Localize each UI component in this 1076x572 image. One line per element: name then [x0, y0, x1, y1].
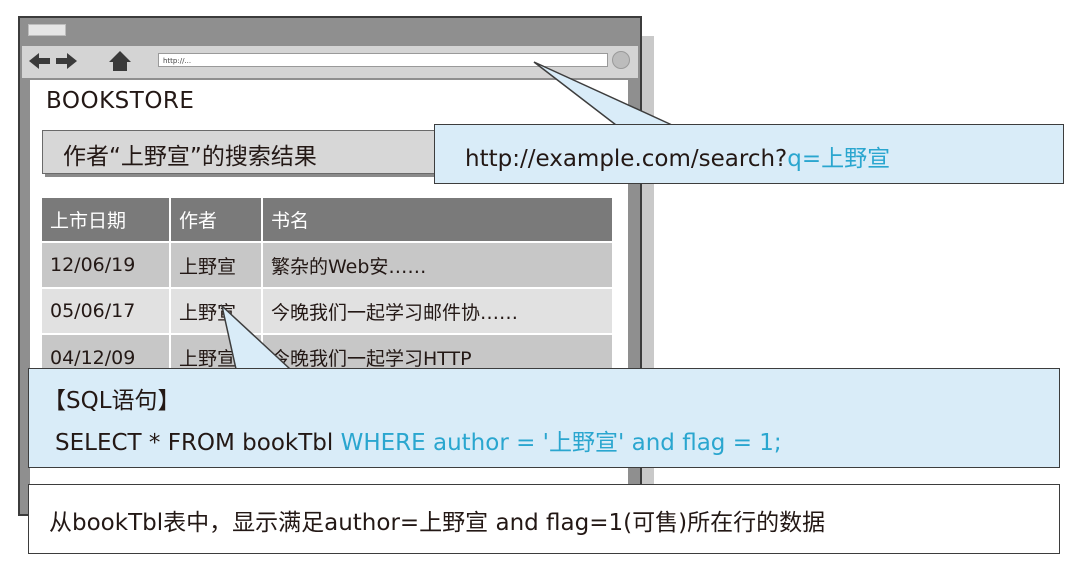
sql-statement-plain: SELECT * FROM bookTbl — [55, 430, 341, 456]
url-query: q=上野宣 — [787, 146, 891, 172]
explanation-text: 从bookTbl表中，显示满足author=上野宣 and flag=1(可售)… — [49, 510, 826, 536]
sql-callout-pointer — [220, 303, 292, 370]
sql-callout: 【SQL语句】 SELECT * FROM bookTbl WHERE auth… — [28, 368, 1060, 468]
sql-callout-title: 【SQL语句】 — [43, 388, 181, 414]
url-callout: http://example.com/search?q=上野宣 — [434, 124, 1064, 184]
explanation-box: 从bookTbl表中，显示满足author=上野宣 and flag=1(可售)… — [28, 484, 1060, 554]
url-prefix: http://example.com/search? — [465, 146, 788, 172]
url-callout-text: http://example.com/search?q=上野宣 — [465, 139, 890, 173]
sql-statement: SELECT * FROM bookTbl WHERE author = '上野… — [55, 423, 782, 457]
url-callout-pointer — [533, 61, 673, 126]
sql-statement-where: WHERE author = '上野宣' and flag = 1; — [340, 430, 782, 456]
